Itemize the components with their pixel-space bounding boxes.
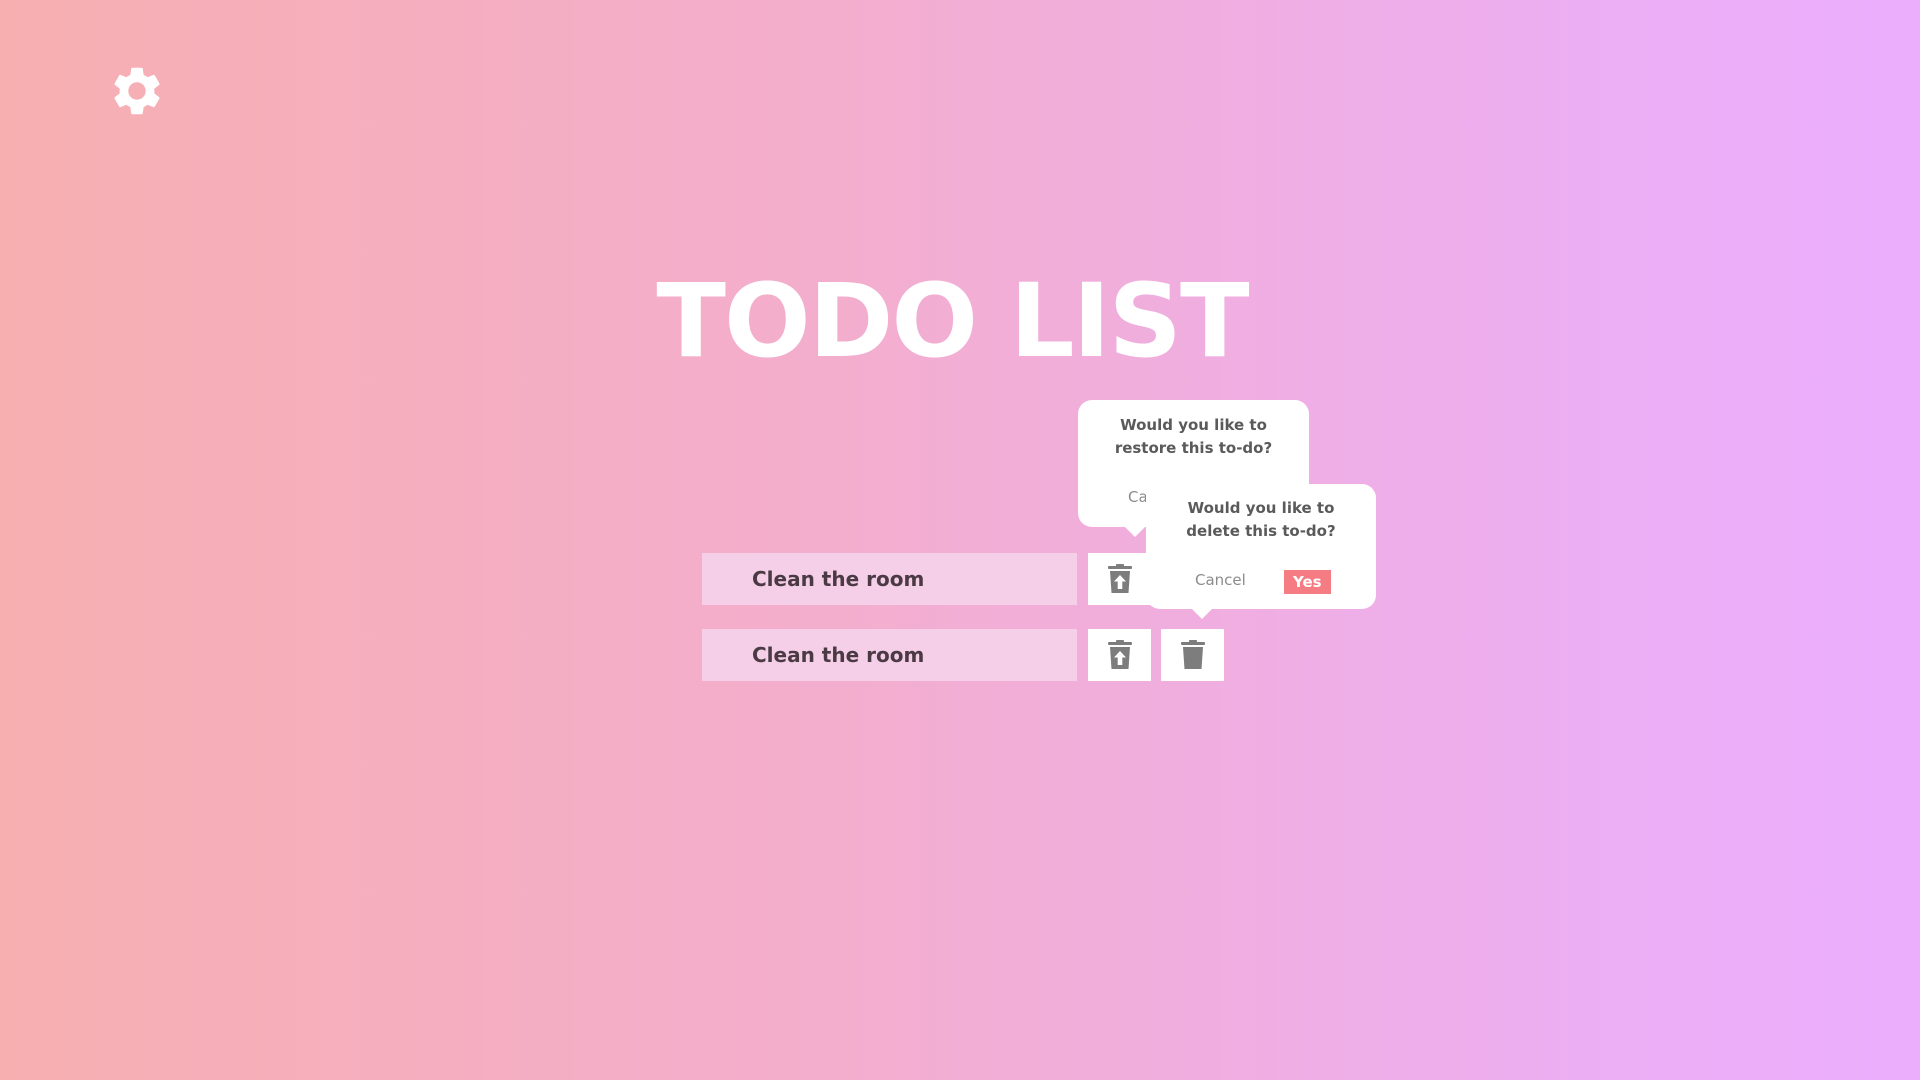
delete-button[interactable] (1161, 629, 1224, 681)
restore-trash-icon (1107, 564, 1132, 593)
restore-button[interactable] (1088, 629, 1151, 681)
gear-icon (114, 67, 160, 115)
restore-confirm-question: Would you like to restore this to-do? (1114, 416, 1273, 457)
delete-confirm-popover: [data-name="delete-confirm-popover"]::af… (1146, 484, 1376, 619)
delete-confirm-question: Would you like to delete this to-do? (1186, 499, 1336, 540)
todo-text: Clean the room (702, 629, 1077, 681)
settings-button[interactable] (108, 62, 166, 120)
restore-trash-icon (1107, 640, 1132, 669)
todo-text: Clean the room (702, 553, 1077, 605)
delete-yes-button[interactable]: Yes (1284, 570, 1331, 594)
page-title: TODO LIST (656, 262, 1249, 381)
trash-icon (1180, 640, 1205, 669)
restore-button[interactable] (1088, 553, 1151, 605)
delete-cancel-button[interactable]: Cancel (1195, 571, 1246, 589)
